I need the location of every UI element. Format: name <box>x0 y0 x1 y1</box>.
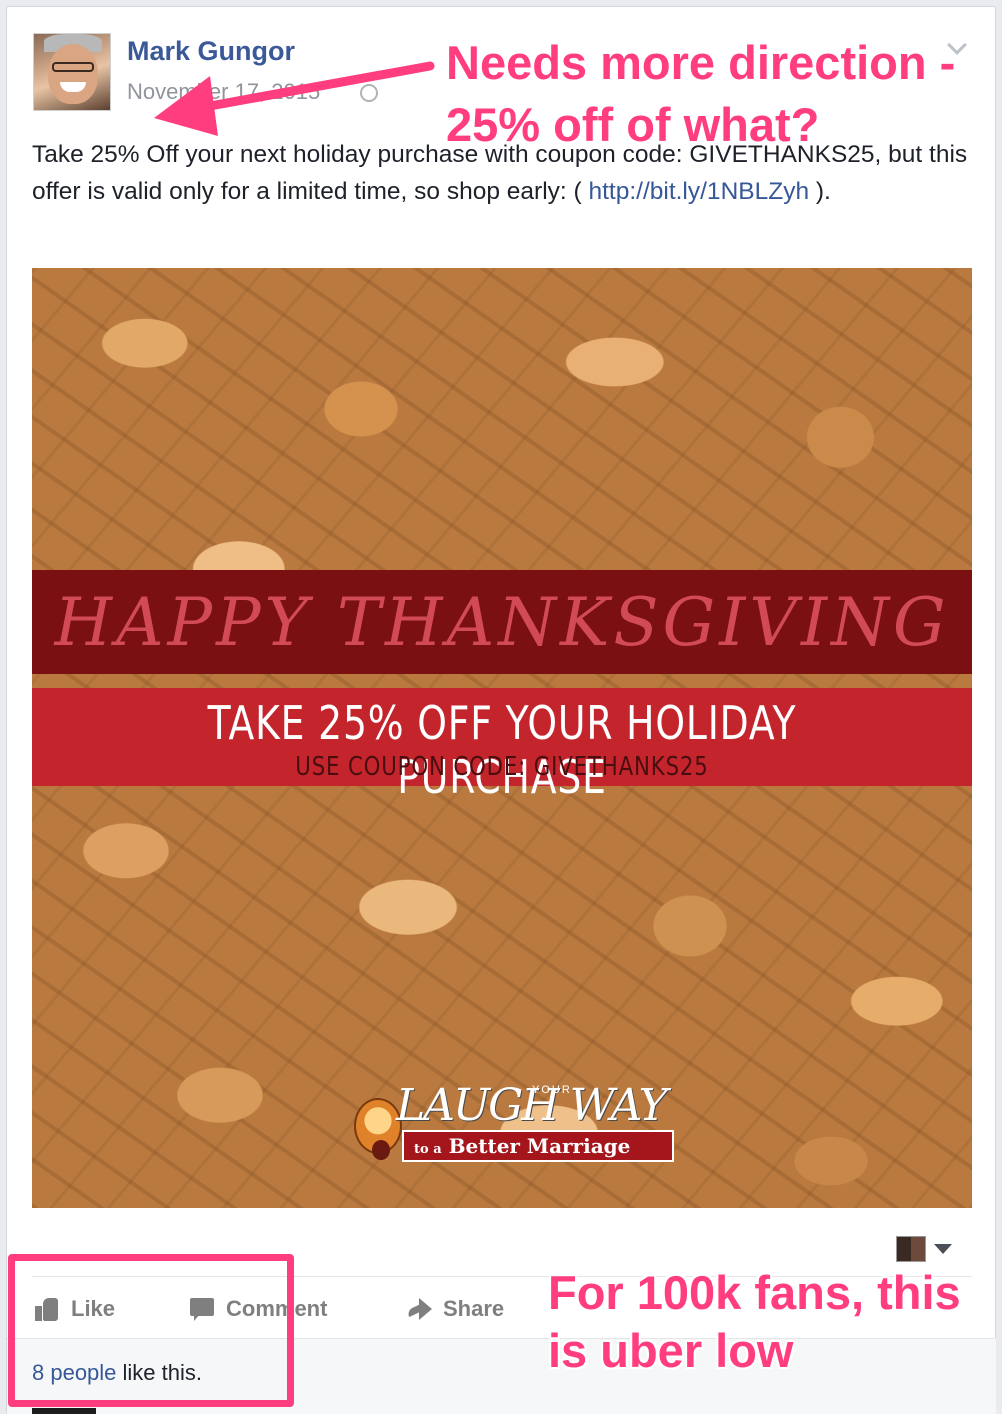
logo-your: YOUR <box>532 1084 572 1096</box>
logo-wordmark: LAUGH WAY <box>396 1080 668 1131</box>
author-avatar[interactable] <box>33 33 111 111</box>
comment-composer-edge <box>32 1408 96 1414</box>
post-link[interactable]: http://bit.ly/1NBLZyh <box>588 178 809 205</box>
post-text-end: ). <box>809 178 831 205</box>
reaction-avatar[interactable] <box>896 1236 926 1262</box>
logo-tagline: to a Better Marriage <box>414 1134 631 1158</box>
brand-logo: LAUGH WAY YOUR to a Better Marriage <box>354 1080 674 1170</box>
share-label: Share <box>443 1296 505 1321</box>
image-subheadline: TAKE 25% OFF YOUR HOLIDAY PURCHASE <box>207 696 797 804</box>
annotation-bottom: For 100k fans, this is uber low <box>548 1266 961 1377</box>
share-button[interactable]: Share <box>405 1292 504 1326</box>
annotation-arrow <box>154 61 435 136</box>
share-icon <box>405 1295 433 1323</box>
post-image[interactable]: HAPPY THANKSGIVING TAKE 25% OFF YOUR HOL… <box>32 268 972 1208</box>
image-headline: HAPPY THANKSGIVING <box>54 584 950 661</box>
image-coupon-line: USE COUPON CODE: GIVETHANKS25 <box>295 752 709 782</box>
annotation-top: Needs more direction - 25% off of what? <box>446 36 956 151</box>
caret-down-icon[interactable] <box>934 1244 952 1254</box>
annotation-highlight-box <box>8 1254 294 1407</box>
logo-mascot-icon <box>354 1098 402 1160</box>
